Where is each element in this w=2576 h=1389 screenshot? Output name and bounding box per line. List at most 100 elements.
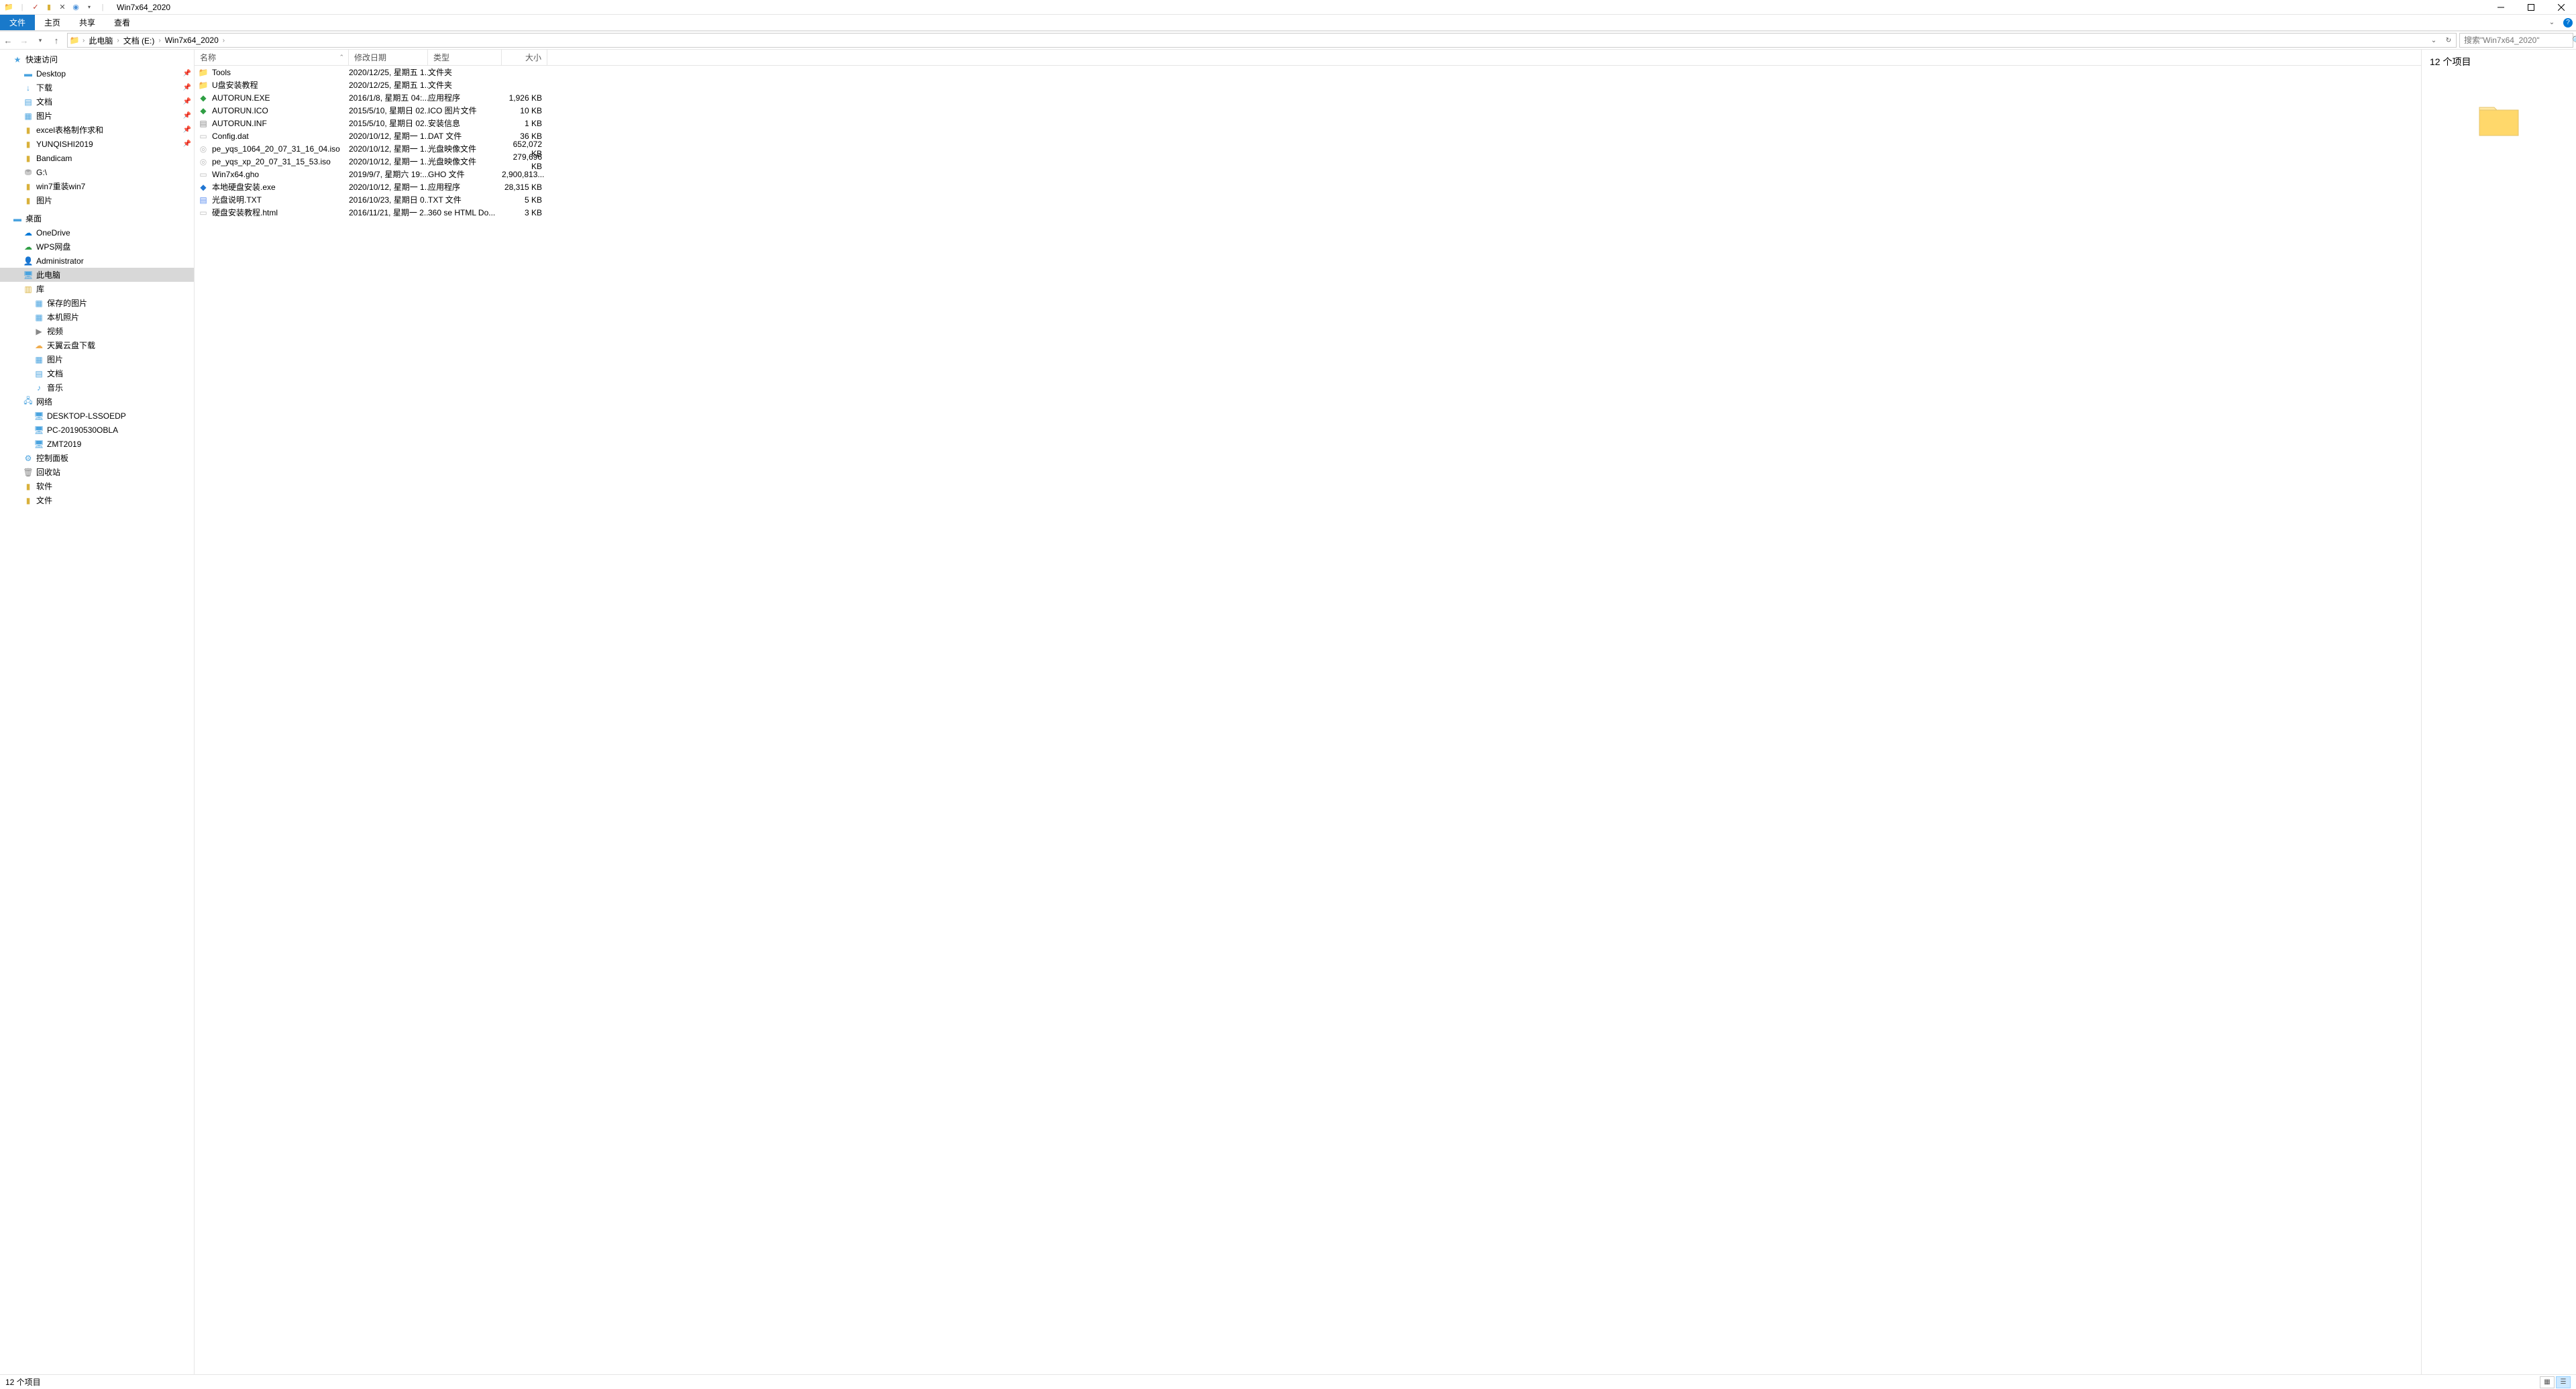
pictures-icon: ▦ xyxy=(34,354,44,365)
view-details-button[interactable]: ☰ xyxy=(2556,1376,2571,1388)
file-date: 2020/10/12, 星期一 1... xyxy=(349,181,428,193)
nav-win7re[interactable]: ▮ win7重装win7 xyxy=(0,179,194,193)
nav-desktop[interactable]: ▬ Desktop 📌 xyxy=(0,66,194,81)
nav-pc2[interactable]: 🖥 PC-20190530OBLA xyxy=(0,423,194,437)
file-row[interactable]: ◆AUTORUN.EXE2016/1/8, 星期五 04:...应用程序1,92… xyxy=(195,91,2421,104)
maximize-button[interactable] xyxy=(2516,0,2546,15)
navigation-pane[interactable]: ★ 快速访问 ▬ Desktop 📌 ↓ 下载 📌 ▤ 文档 📌 ▦ 图片 📌 … xyxy=(0,50,195,1374)
up-button[interactable]: ↑ xyxy=(48,31,64,50)
delete-icon[interactable]: ✕ xyxy=(56,1,68,13)
nav-documents[interactable]: ▤ 文档 📌 xyxy=(0,95,194,109)
file-row[interactable]: ▤光盘说明.TXT2016/10/23, 星期日 0...TXT 文件5 KB xyxy=(195,193,2421,206)
pin-icon[interactable]: ✓ xyxy=(30,1,42,13)
nav-libraries[interactable]: ▥ 库 xyxy=(0,282,194,296)
file-row[interactable]: ◆本地硬盘安装.exe2020/10/12, 星期一 1...应用程序28,31… xyxy=(195,181,2421,193)
file-name: AUTORUN.ICO xyxy=(212,106,349,115)
nav-pc1[interactable]: 🖥 DESKTOP-LSSOEDP xyxy=(0,409,194,423)
file-row[interactable]: ◎pe_yqs_xp_20_07_31_15_53.iso2020/10/12,… xyxy=(195,155,2421,168)
crumb-drive[interactable]: 文档 (E:) xyxy=(121,35,158,46)
nav-downloads[interactable]: ↓ 下载 📌 xyxy=(0,81,194,95)
nav-pictures3[interactable]: ▦ 图片 xyxy=(0,352,194,366)
ribbon-tab-view[interactable]: 查看 xyxy=(105,15,140,30)
folder-icon: ▮ xyxy=(23,125,34,136)
file-date: 2015/5/10, 星期日 02... xyxy=(349,105,428,116)
crumb-sep[interactable]: › xyxy=(221,37,226,44)
file-icon: ◆ xyxy=(195,93,212,103)
documents-icon: ▤ xyxy=(23,97,34,107)
nav-pc3[interactable]: 🖥 ZMT2019 xyxy=(0,437,194,451)
refresh-button[interactable]: ↻ xyxy=(2441,34,2456,47)
nav-excel[interactable]: ▮ excel表格制作求和 📌 xyxy=(0,123,194,137)
file-name: pe_yqs_1064_20_07_31_16_04.iso xyxy=(212,144,349,154)
back-button[interactable]: ← xyxy=(0,31,16,50)
preview-title: 12 个项目 xyxy=(2430,55,2568,68)
forward-button[interactable]: → xyxy=(16,31,32,50)
file-row[interactable]: ▭Win7x64.gho2019/9/7, 星期六 19:...GHO 文件2,… xyxy=(195,168,2421,181)
crumb-sep[interactable]: › xyxy=(81,37,86,44)
folder-icon: ▮ xyxy=(23,481,34,492)
file-row[interactable]: 📁U盘安装教程2020/12/25, 星期五 1...文件夹 xyxy=(195,79,2421,91)
file-list[interactable]: 📁Tools2020/12/25, 星期五 1...文件夹📁U盘安装教程2020… xyxy=(195,66,2421,219)
file-type: ICO 图片文件 xyxy=(428,105,502,116)
nav-thispc[interactable]: 🖥 此电脑 xyxy=(0,268,194,282)
nav-tianyi[interactable]: ☁ 天翼云盘下载 xyxy=(0,338,194,352)
nav-saved-pictures[interactable]: ▦ 保存的图片 xyxy=(0,296,194,310)
nav-camera-roll[interactable]: ▦ 本机照片 xyxy=(0,310,194,324)
search-icon[interactable]: 🔍 xyxy=(2572,36,2576,45)
nav-quick-access[interactable]: ★ 快速访问 xyxy=(0,52,194,66)
address-dropdown-button[interactable]: ⌄ xyxy=(2426,34,2441,47)
search-box[interactable]: 🔍 xyxy=(2459,33,2573,48)
nav-recycle[interactable]: 🗑 回收站 xyxy=(0,465,194,479)
nav-desktop-root[interactable]: ▬ 桌面 xyxy=(0,211,194,225)
nav-bandicam[interactable]: ▮ Bandicam xyxy=(0,151,194,165)
column-type[interactable]: 类型 xyxy=(428,50,502,65)
address-bar-row: ← → ▾ ↑ 📁 › 此电脑 › 文档 (E:) › Win7x64_2020… xyxy=(0,31,2576,50)
minimize-button[interactable] xyxy=(2485,0,2516,15)
pin-icon: 📌 xyxy=(183,98,191,105)
nav-yunqishi[interactable]: ▮ YUNQISHI2019 📌 xyxy=(0,137,194,151)
crumb-sep[interactable]: › xyxy=(157,37,162,44)
nav-pictures2[interactable]: ▮ 图片 xyxy=(0,193,194,207)
search-input[interactable] xyxy=(2460,36,2572,45)
file-row[interactable]: ▤AUTORUN.INF2015/5/10, 星期日 02...安装信息1 KB xyxy=(195,117,2421,130)
nav-music[interactable]: ♪ 音乐 xyxy=(0,380,194,395)
view-large-icons-button[interactable]: ▦ xyxy=(2540,1376,2555,1388)
crumb-folder[interactable]: Win7x64_2020 xyxy=(162,36,221,45)
crumb-thispc[interactable]: 此电脑 xyxy=(86,35,115,46)
nav-pictures[interactable]: ▦ 图片 📌 xyxy=(0,109,194,123)
crumb-sep[interactable]: › xyxy=(115,37,120,44)
help-button[interactable]: ? xyxy=(2560,15,2576,30)
column-name[interactable]: 名称 ⌃ xyxy=(195,50,349,65)
ribbon-tab-home[interactable]: 主页 xyxy=(35,15,70,30)
network-icon[interactable]: ◉ xyxy=(70,1,82,13)
qat-dropdown[interactable]: ▾ xyxy=(83,1,95,13)
recent-locations-button[interactable]: ▾ xyxy=(32,31,48,50)
file-size: 1,926 KB xyxy=(502,93,547,103)
file-row[interactable]: ◆AUTORUN.ICO2015/5/10, 星期日 02...ICO 图片文件… xyxy=(195,104,2421,117)
nav-gdrive[interactable]: ⛃ G:\ xyxy=(0,165,194,179)
nav-controlpanel[interactable]: ⚙ 控制面板 xyxy=(0,451,194,465)
column-date[interactable]: 修改日期 xyxy=(349,50,428,65)
file-size: 2,900,813... xyxy=(502,170,547,179)
address-bar[interactable]: 📁 › 此电脑 › 文档 (E:) › Win7x64_2020 › ⌄ ↻ xyxy=(67,33,2457,48)
ribbon-tab-share[interactable]: 共享 xyxy=(70,15,105,30)
ribbon-tab-file[interactable]: 文件 xyxy=(0,15,35,30)
sort-arrow-icon: ⌃ xyxy=(339,54,348,61)
nav-onedrive[interactable]: ☁ OneDrive xyxy=(0,225,194,240)
nav-software[interactable]: ▮ 软件 xyxy=(0,479,194,493)
nav-admin[interactable]: 👤 Administrator xyxy=(0,254,194,268)
file-row[interactable]: ▭硬盘安装教程.html2016/11/21, 星期一 2...360 se H… xyxy=(195,206,2421,219)
nav-wps[interactable]: ☁ WPS网盘 xyxy=(0,240,194,254)
close-button[interactable] xyxy=(2546,0,2576,15)
file-name: AUTORUN.INF xyxy=(212,119,349,128)
file-type: 文件夹 xyxy=(428,79,502,91)
nav-videos[interactable]: ▶ 视频 xyxy=(0,324,194,338)
file-type: DAT 文件 xyxy=(428,130,502,142)
file-size: 5 KB xyxy=(502,195,547,205)
file-row[interactable]: 📁Tools2020/12/25, 星期五 1...文件夹 xyxy=(195,66,2421,79)
nav-documents2[interactable]: ▤ 文档 xyxy=(0,366,194,380)
ribbon-collapse-button[interactable]: ⌄ xyxy=(2544,15,2560,30)
column-size[interactable]: 大小 xyxy=(502,50,547,65)
nav-files-folder[interactable]: ▮ 文件 xyxy=(0,493,194,507)
nav-network[interactable]: 🖧 网络 xyxy=(0,395,194,409)
